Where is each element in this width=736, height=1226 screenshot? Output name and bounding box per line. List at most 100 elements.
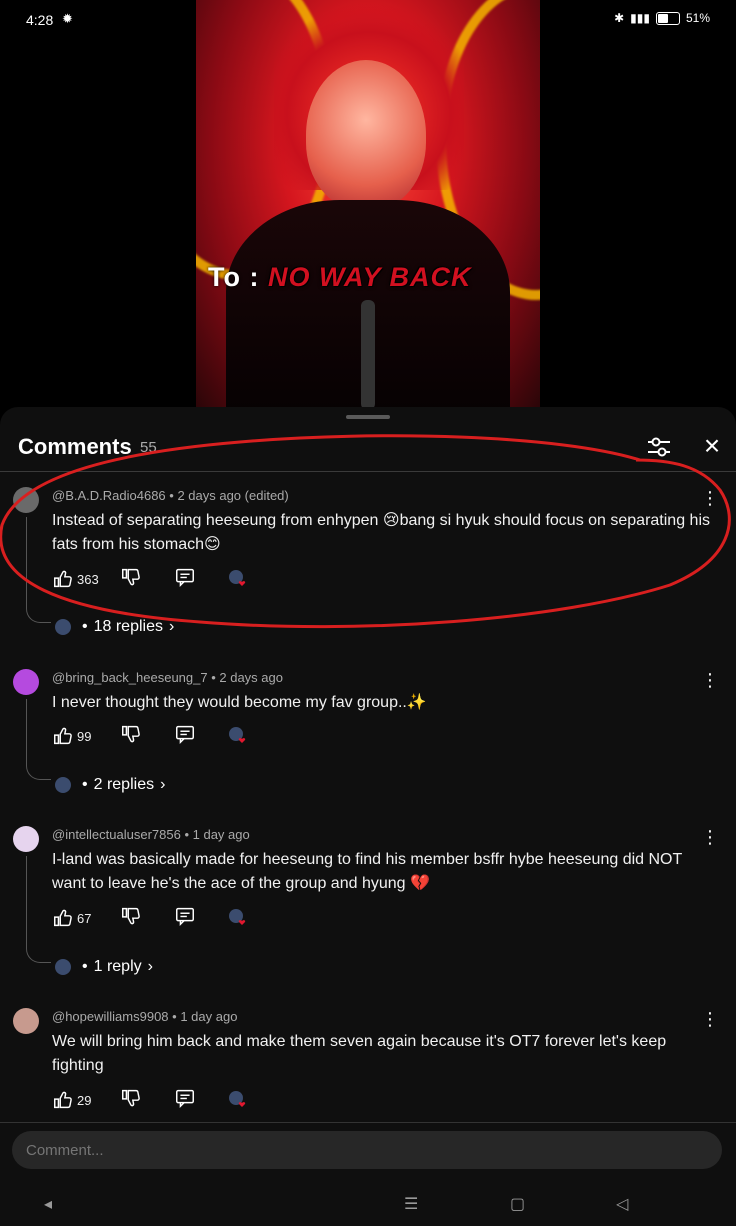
chevron-right-icon: ›	[147, 958, 153, 975]
replies-count: 1 reply	[93, 958, 142, 975]
like-button[interactable]: 99	[52, 725, 120, 747]
comment-actions: 363	[52, 567, 248, 591]
chevron-right-icon: ›	[168, 618, 175, 635]
comment-time: 1 day ago	[192, 827, 250, 842]
comments-sheet: Comments 55 × @B.A.D.Radio4686 • 2 days …	[0, 407, 736, 1226]
comment-author[interactable]: @hopewilliams9908	[52, 1009, 169, 1024]
replies-count: 18 replies	[93, 618, 163, 635]
creator-heart-avatar	[228, 908, 248, 928]
video-player[interactable]: To : NO WAY BACK	[196, 0, 540, 408]
like-count: 363	[77, 571, 99, 587]
bluetooth-icon: ✱	[614, 11, 625, 25]
filter-icon[interactable]	[644, 433, 674, 461]
dislike-button[interactable]	[120, 1087, 174, 1114]
reply-button[interactable]	[174, 905, 228, 932]
reply-avatar	[55, 959, 71, 975]
header-divider	[0, 471, 736, 472]
thread-line	[26, 517, 51, 623]
input-divider	[0, 1122, 736, 1123]
avatar[interactable]	[13, 826, 39, 852]
thumbs-up-icon	[54, 727, 72, 745]
reply-button[interactable]	[174, 723, 228, 750]
nav-home-icon[interactable]: ▢	[510, 1194, 525, 1214]
creator-heart-avatar	[228, 726, 248, 746]
comment-text: Instead of separating heeseung from enhy…	[52, 512, 710, 553]
video-face	[306, 60, 426, 210]
comment-actions: 99	[52, 724, 248, 748]
like-count: 99	[77, 728, 92, 744]
more-vert-icon[interactable]: ⋮	[700, 671, 720, 691]
close-icon[interactable]: ×	[698, 432, 726, 461]
replies-count: 2 replies	[93, 776, 155, 793]
reply-icon	[176, 725, 194, 744]
thumbs-down-icon	[122, 725, 140, 742]
comment-text: We will bring him back and make them sev…	[52, 1033, 667, 1074]
like-button[interactable]: 363	[52, 568, 120, 590]
nav-back-icon[interactable]: ◂	[44, 1194, 52, 1214]
comment-text: I never thought they would become my fav…	[52, 694, 427, 711]
thread-line	[26, 699, 51, 780]
reply-icon	[176, 568, 194, 587]
drag-handle[interactable]	[346, 415, 390, 419]
status-icons: ✱ ▮▮▮ 51%	[614, 11, 710, 25]
signal-icon: ▮▮▮	[630, 11, 650, 25]
comment-text: I-land was basically made for heeseung t…	[52, 851, 682, 892]
more-vert-icon[interactable]: ⋮	[700, 489, 720, 509]
dislike-button[interactable]	[120, 905, 174, 932]
reply-avatar	[55, 619, 71, 635]
avatar[interactable]	[13, 1008, 39, 1034]
thread-line	[26, 856, 51, 963]
battery-level: 51%	[685, 11, 710, 25]
reply-icon	[176, 1089, 194, 1108]
video-caption: To : NO WAY BACK	[208, 262, 472, 293]
comment-meta: @bring_back_heeseung_7 • 2 days ago	[52, 670, 283, 685]
status-time: 4:28	[26, 12, 54, 28]
comment-author[interactable]: @intellectualuser7856	[52, 827, 181, 842]
comment-time: 2 days ago	[219, 670, 283, 685]
comments-count: 55	[140, 439, 157, 456]
replies-button[interactable]: • 18 replies ›	[52, 617, 174, 637]
replies-button[interactable]: • 1 reply ›	[52, 957, 153, 977]
nav-recents-icon[interactable]: ☰	[404, 1194, 418, 1214]
reply-button[interactable]	[174, 566, 228, 593]
system-nav-bar: ◂ ☰ ▢ ◁	[0, 1180, 736, 1226]
more-vert-icon[interactable]: ⋮	[700, 828, 720, 848]
nav-back-icon[interactable]: ◁	[616, 1194, 628, 1214]
chevron-right-icon: ›	[160, 776, 166, 793]
thumbs-down-icon	[122, 568, 140, 585]
thumbs-up-icon	[54, 1091, 72, 1109]
more-vert-icon[interactable]: ⋮	[700, 1010, 720, 1030]
comment-actions: 29	[52, 1088, 248, 1112]
dislike-button[interactable]	[120, 566, 174, 593]
caption-main: NO WAY BACK	[268, 262, 472, 292]
thumbs-down-icon	[122, 907, 140, 924]
creator-heart-avatar	[228, 1090, 248, 1110]
like-count: 29	[77, 1092, 92, 1108]
reply-button[interactable]	[174, 1087, 228, 1114]
comment-meta: @hopewilliams9908 • 1 day ago	[52, 1009, 238, 1024]
thumbs-up-icon	[54, 570, 72, 588]
comment-author[interactable]: @bring_back_heeseung_7	[52, 670, 208, 685]
comments-title: Comments	[18, 434, 132, 459]
avatar[interactable]	[13, 669, 39, 695]
avatar[interactable]	[13, 487, 39, 513]
comment-meta: @intellectualuser7856 • 1 day ago	[52, 827, 250, 842]
reply-icon	[176, 907, 194, 926]
settings-gear-icon: ✹	[62, 11, 73, 26]
like-button[interactable]: 29	[52, 1089, 120, 1111]
comment-meta: @B.A.D.Radio4686 • 2 days ago (edited)	[52, 488, 289, 503]
video-mic	[361, 300, 375, 408]
comment-time: 2 days ago (edited)	[177, 488, 289, 503]
caption-prefix: To :	[208, 262, 260, 292]
comment-input[interactable]	[12, 1131, 722, 1169]
thumbs-down-icon	[122, 1089, 140, 1106]
dislike-button[interactable]	[120, 723, 174, 750]
reply-avatar	[55, 777, 71, 793]
battery-icon	[655, 11, 680, 25]
like-count: 67	[77, 910, 92, 926]
comment-time: 1 day ago	[180, 1009, 238, 1024]
replies-button[interactable]: • 2 replies ›	[52, 775, 165, 795]
like-button[interactable]: 67	[52, 907, 120, 929]
thumbs-up-icon	[54, 909, 72, 927]
comment-author[interactable]: @B.A.D.Radio4686	[52, 488, 166, 503]
